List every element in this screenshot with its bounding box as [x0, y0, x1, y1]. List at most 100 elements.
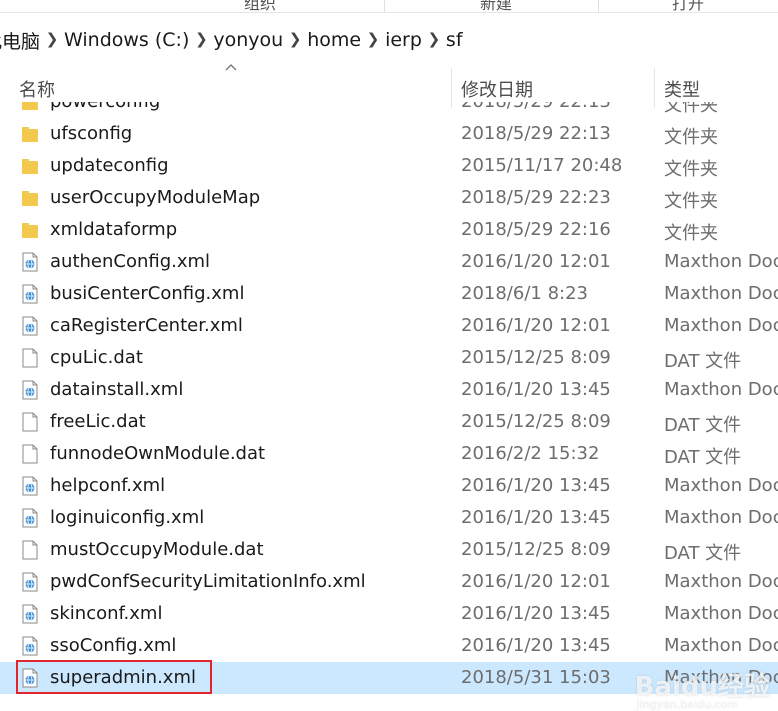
chevron-right-icon[interactable]: ❯	[190, 30, 212, 48]
file-row[interactable]: updateconfig 2015/11/17 20:48 文件夹	[0, 150, 778, 182]
file-name: busiCenterConfig.xml	[50, 283, 245, 304]
xml-document-icon	[21, 316, 39, 336]
file-modified-date: 2018/5/29 22:13	[461, 123, 611, 144]
file-row[interactable]: superadmin.xml 2018/5/31 15:03 Maxthon Doc…	[0, 660, 778, 694]
file-row[interactable]: skinconf.xml 2016/1/20 13:45 Maxthon Docum…	[0, 598, 778, 630]
chevron-right-icon[interactable]: ❯	[284, 30, 306, 48]
file-name: helpconf.xml	[50, 475, 166, 496]
file-icon	[21, 444, 39, 464]
file-icon	[21, 348, 39, 368]
file-row[interactable]: pwdConfSecurityLimitationInfo.xml 2016/1/…	[0, 566, 778, 598]
file-name: superadmin.xml	[50, 667, 196, 688]
file-modified-date: 2016/1/20 12:01	[461, 315, 611, 336]
file-modified-date: 2015/12/25 8:09	[461, 347, 611, 368]
file-type: Maxthon Document	[664, 507, 778, 528]
file-row[interactable]: userOccupyModuleMap 2018/5/29 22:23 文件夹	[0, 182, 778, 214]
ribbon-divider	[384, 0, 385, 12]
breadcrumb-yonyou[interactable]: yonyou	[212, 29, 284, 51]
file-row[interactable]: busiCenterConfig.xml 2018/6/1 8:23 Maxthon…	[0, 278, 778, 310]
file-modified-date: 2018/5/29 22:16	[461, 219, 611, 240]
xml-document-icon	[21, 284, 39, 304]
file-type: Maxthon Document	[664, 379, 778, 400]
file-type: 文件夹	[664, 102, 718, 116]
xml-document-icon	[21, 604, 39, 624]
file-row[interactable]: freeLic.dat 2015/12/25 8:09 DAT 文件	[0, 406, 778, 438]
breadcrumb-drive-c[interactable]: Windows (C:)	[63, 29, 190, 51]
file-row[interactable]: xmldataformp 2018/5/29 22:16 文件夹	[0, 214, 778, 246]
file-modified-date: 2016/1/20 13:45	[461, 603, 611, 624]
file-row[interactable]: datainstall.xml 2016/1/20 13:45 Maxthon Do…	[0, 374, 778, 406]
file-type: DAT 文件	[664, 415, 742, 436]
chevron-right-icon[interactable]: ❯	[41, 30, 63, 48]
xml-document-icon	[21, 572, 39, 592]
file-row[interactable]: ssoConfig.xml 2016/1/20 13:45 Maxthon Docu…	[0, 630, 778, 662]
file-row[interactable]: powerconfig 2018/5/29 22:13 文件夹	[0, 102, 778, 118]
file-modified-date: 2016/1/20 13:45	[461, 475, 611, 496]
file-type: Maxthon Document	[664, 475, 778, 496]
file-modified-date: 2015/11/17 20:48	[461, 155, 623, 176]
xml-document-icon	[21, 476, 39, 496]
file-type: 文件夹	[664, 191, 718, 212]
file-explorer-window: 组织 新建 打开 此电脑 ❯ Windows (C:) ❯ yonyou ❯ h…	[0, 0, 778, 711]
file-name: caRegisterCenter.xml	[50, 315, 243, 336]
folder-icon	[21, 124, 39, 144]
file-modified-date: 2016/1/20 12:01	[461, 571, 611, 592]
chevron-right-icon[interactable]: ❯	[362, 30, 384, 48]
file-icon	[21, 412, 39, 432]
folder-icon	[21, 156, 39, 176]
file-type: 文件夹	[664, 159, 718, 180]
file-modified-date: 2015/12/25 8:09	[461, 539, 611, 560]
address-bar[interactable]: 此电脑 ❯ Windows (C:) ❯ yonyou ❯ home ❯ ier…	[0, 22, 778, 58]
breadcrumb-ierp[interactable]: ierp	[384, 29, 423, 51]
file-row[interactable]: caRegisterCenter.xml 2016/1/20 12:01 Maxth…	[0, 310, 778, 342]
file-row[interactable]: loginuiconfig.xml 2016/1/20 13:45 Maxthon …	[0, 502, 778, 534]
file-name: cpuLic.dat	[50, 347, 143, 368]
file-name: loginuiconfig.xml	[50, 507, 205, 528]
file-type: DAT 文件	[664, 351, 742, 372]
xml-document-icon	[21, 636, 39, 656]
file-row[interactable]: helpconf.xml 2016/1/20 13:45 Maxthon Docum…	[0, 470, 778, 502]
file-modified-date: 2016/1/20 12:01	[461, 251, 611, 272]
file-type: Maxthon Document	[664, 283, 778, 304]
folder-icon	[21, 220, 39, 240]
breadcrumb-this-pc[interactable]: 此电脑	[0, 27, 41, 54]
ribbon-group-organize[interactable]: 组织	[244, 0, 276, 12]
file-type: DAT 文件	[664, 543, 742, 564]
file-name: mustOccupyModule.dat	[50, 539, 264, 560]
file-row[interactable]: authenConfig.xml 2016/1/20 12:01 Maxthon D…	[0, 246, 778, 278]
file-type: Maxthon Document	[664, 571, 778, 592]
breadcrumb-sf[interactable]: sf	[445, 29, 464, 51]
file-name: ufsconfig	[50, 123, 133, 144]
file-type: Maxthon Document	[664, 315, 778, 336]
ribbon: 组织 新建 打开	[0, 0, 778, 13]
file-type: 文件夹	[664, 223, 718, 244]
file-type: Maxthon Document	[664, 251, 778, 272]
file-type: 文件夹	[664, 127, 718, 148]
column-header-type[interactable]: 类型	[664, 76, 700, 102]
column-header-date[interactable]: 修改日期	[461, 76, 533, 102]
file-list: powerconfig 2018/5/29 22:13 文件夹 ufsconfig 20…	[0, 102, 778, 711]
chevron-right-icon[interactable]: ❯	[423, 30, 445, 48]
file-row[interactable]: cpuLic.dat 2015/12/25 8:09 DAT 文件	[0, 342, 778, 374]
folder-icon	[21, 188, 39, 208]
file-row[interactable]: ufsconfig 2018/5/29 22:13 文件夹	[0, 118, 778, 150]
ribbon-group-new[interactable]: 新建	[480, 0, 512, 12]
xml-document-icon	[21, 252, 39, 272]
column-header-name[interactable]: 名称	[19, 76, 55, 102]
ribbon-group-open[interactable]: 打开	[672, 0, 704, 12]
file-row[interactable]: mustOccupyModule.dat 2015/12/25 8:09 DAT 文…	[0, 534, 778, 566]
file-modified-date: 2018/5/31 15:03	[461, 667, 611, 688]
file-name: freeLic.dat	[50, 411, 146, 432]
file-name: updateconfig	[50, 155, 169, 176]
file-name: pwdConfSecurityLimitationInfo.xml	[50, 571, 366, 592]
file-row[interactable]: funnodeOwnModule.dat 2016/2/2 15:32 DAT 文件	[0, 438, 778, 470]
breadcrumb-home[interactable]: home	[306, 29, 362, 51]
column-header-row: 名称 修改日期 类型	[0, 62, 778, 108]
file-modified-date: 2016/1/20 13:45	[461, 635, 611, 656]
file-modified-date: 2018/6/1 8:23	[461, 283, 588, 304]
file-modified-date: 2018/5/29 22:23	[461, 187, 611, 208]
xml-document-icon	[21, 508, 39, 528]
file-modified-date: 2018/5/29 22:13	[461, 102, 611, 112]
file-name: xmldataformp	[50, 219, 178, 240]
file-modified-date: 2016/1/20 13:45	[461, 379, 611, 400]
